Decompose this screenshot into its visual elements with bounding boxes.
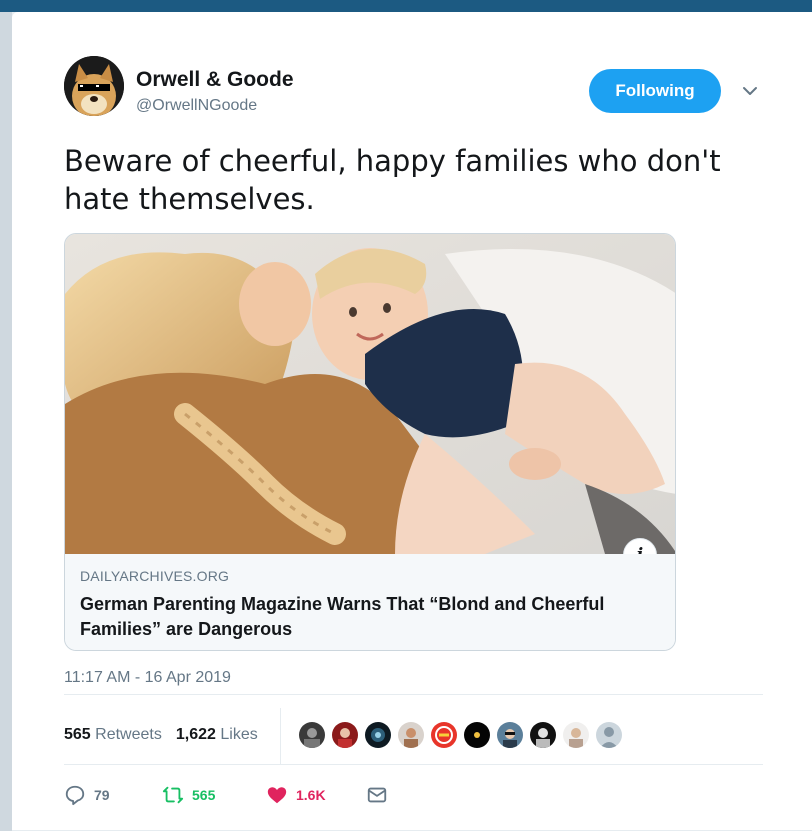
following-button[interactable]: Following bbox=[589, 69, 721, 113]
liker-avatar[interactable] bbox=[396, 720, 426, 750]
tweet-text: Beware of cheerful, happy families who d… bbox=[64, 144, 721, 216]
author-avatar[interactable] bbox=[64, 56, 124, 116]
divider bbox=[64, 764, 763, 765]
likes-count: 1,622 bbox=[175, 726, 216, 743]
retweets-label: Retweets bbox=[95, 726, 162, 743]
tweet-actions: 79 565 1.6K bbox=[12, 784, 812, 808]
direct-message-action[interactable] bbox=[366, 784, 388, 806]
likes-stat[interactable]: 1,622 Likes bbox=[176, 726, 258, 744]
tweet-stats: 565 Retweets 1,622 Likes bbox=[64, 726, 258, 744]
liker-avatar[interactable] bbox=[462, 720, 492, 750]
liker-avatar[interactable] bbox=[429, 720, 459, 750]
liker-avatar-default[interactable] bbox=[594, 720, 624, 750]
liker-avatar[interactable] bbox=[528, 720, 558, 750]
reply-action[interactable]: 79 bbox=[64, 784, 110, 806]
link-preview-meta[interactable]: DAILYARCHIVES.ORG German Parenting Magaz… bbox=[65, 554, 675, 650]
retweet-count: 565 bbox=[192, 787, 216, 803]
author-name[interactable]: Orwell & Goode bbox=[136, 68, 294, 92]
liker-avatar[interactable] bbox=[330, 720, 360, 750]
reply-icon bbox=[65, 785, 85, 806]
likes-label: Likes bbox=[220, 726, 258, 743]
liker-avatars bbox=[297, 720, 624, 750]
link-title[interactable]: German Parenting Magazine Warns That “Bl… bbox=[80, 592, 640, 642]
chevron-down-icon[interactable] bbox=[739, 80, 761, 102]
liker-avatar[interactable] bbox=[363, 720, 393, 750]
link-preview-card[interactable]: i DAILYARCHIVES.ORG German Parenting Mag… bbox=[64, 233, 676, 651]
liker-avatar[interactable] bbox=[561, 720, 591, 750]
reply-count: 79 bbox=[94, 787, 110, 803]
doge-avatar-icon bbox=[64, 56, 124, 116]
link-domain: DAILYARCHIVES.ORG bbox=[80, 568, 230, 584]
tweet-timestamp[interactable]: 11:17 AM - 16 Apr 2019 bbox=[64, 669, 231, 687]
link-preview-image[interactable] bbox=[65, 234, 676, 554]
stats-separator bbox=[280, 708, 281, 764]
liker-avatar[interactable] bbox=[297, 720, 327, 750]
background-strip bbox=[0, 12, 12, 831]
heart-icon bbox=[267, 787, 287, 804]
envelope-icon bbox=[367, 787, 387, 803]
liker-avatar[interactable] bbox=[495, 720, 525, 750]
divider bbox=[64, 694, 763, 695]
like-count: 1.6K bbox=[296, 787, 326, 803]
retweets-count: 565 bbox=[64, 726, 91, 743]
tweet-detail-card: Orwell & Goode @OrwellNGoode Following B… bbox=[12, 12, 812, 831]
author-handle[interactable]: @OrwellNGoode bbox=[136, 97, 257, 115]
top-nav-bar bbox=[0, 0, 812, 12]
retweet-icon bbox=[162, 786, 184, 804]
retweets-stat[interactable]: 565 Retweets bbox=[64, 726, 162, 744]
retweet-action[interactable]: 565 bbox=[162, 784, 215, 806]
like-action[interactable]: 1.6K bbox=[266, 784, 326, 806]
